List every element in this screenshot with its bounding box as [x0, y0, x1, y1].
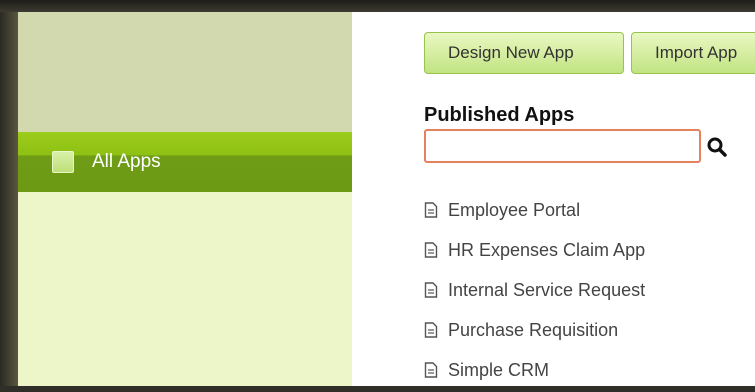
- sidebar-item-all-apps[interactable]: All Apps: [18, 132, 352, 192]
- app-label: Employee Portal: [448, 199, 581, 220]
- frame-edge-top: [0, 0, 755, 12]
- all-apps-checkbox[interactable]: [52, 151, 74, 173]
- app-label: Simple CRM: [448, 359, 550, 380]
- import-app-button[interactable]: Import App: [631, 32, 755, 74]
- published-apps-title: Published Apps: [424, 104, 575, 126]
- sidebar: All Apps: [18, 12, 352, 386]
- app-list-item-employee-portal[interactable]: Employee Portal: [424, 190, 645, 230]
- sidebar-item-label: All Apps: [92, 151, 161, 172]
- app-label: HR Expenses Claim App: [448, 239, 646, 260]
- document-icon: [424, 282, 438, 298]
- document-icon: [424, 242, 438, 258]
- frame-edge-left: [0, 0, 18, 392]
- app-list-item-simple-crm[interactable]: Simple CRM: [424, 350, 645, 386]
- app-list-item-internal-service[interactable]: Internal Service Request: [424, 270, 645, 310]
- document-icon: [424, 322, 438, 338]
- app-list-item-purchase-requisition[interactable]: Purchase Requisition: [424, 310, 645, 350]
- frame-edge-bottom: [0, 386, 755, 392]
- sidebar-header: [18, 12, 352, 132]
- app-window: All Apps Design New App Import App Publi…: [18, 12, 755, 386]
- app-label: Internal Service Request: [448, 279, 646, 300]
- design-new-app-button[interactable]: Design New App: [424, 32, 624, 74]
- app-label: Purchase Requisition: [448, 319, 619, 340]
- document-icon: [424, 362, 438, 378]
- search-icon[interactable]: [706, 136, 728, 158]
- window-frame: All Apps Design New App Import App Publi…: [0, 0, 755, 392]
- document-icon: [424, 202, 438, 218]
- app-list-item-hr-expenses[interactable]: HR Expenses Claim App: [424, 230, 645, 270]
- search-input[interactable]: [424, 129, 701, 163]
- main-content: Design New App Import App Published Apps…: [352, 12, 755, 386]
- published-app-list: Employee Portal HR Expenses Claim App In…: [424, 190, 645, 386]
